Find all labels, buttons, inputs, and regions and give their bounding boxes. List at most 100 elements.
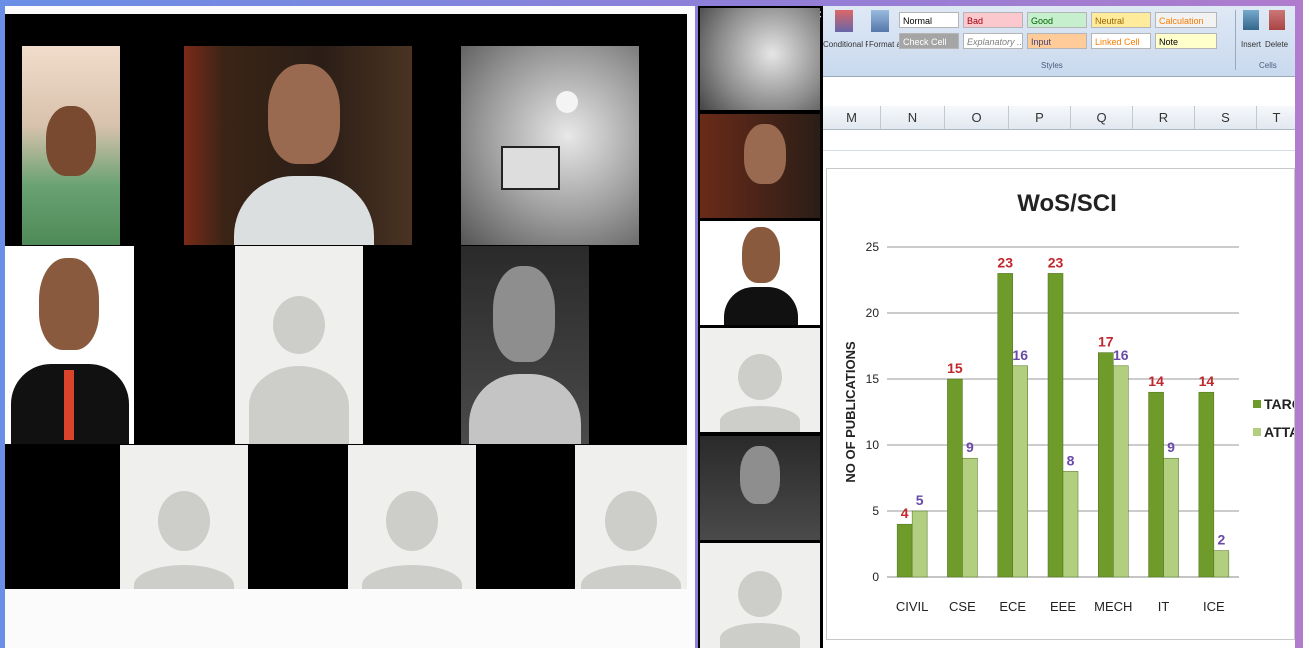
video-tile-placeholder-1[interactable] (235, 246, 363, 444)
strip-participant-2-face (744, 124, 786, 184)
styles-group-label: Styles (1041, 61, 1063, 70)
y-tick-label: 5 (872, 504, 879, 518)
video-tile-participant-4[interactable] (461, 246, 589, 444)
video-tile-participant-3[interactable] (5, 246, 134, 444)
formula-bar-area (823, 77, 1295, 107)
x-tick-label: ICE (1203, 599, 1225, 614)
avatar-placeholder-body (134, 565, 234, 589)
strip-participant-4-face (740, 446, 780, 504)
style-explanatory[interactable]: Explanatory ... (963, 33, 1023, 49)
ribbon-separator (1235, 10, 1236, 70)
strip-participant-3-face (742, 227, 780, 283)
data-label: 23 (1048, 254, 1064, 270)
video-tile-placeholder-4[interactable] (575, 445, 687, 589)
data-label: 16 (1113, 347, 1129, 363)
data-label: 8 (1067, 452, 1075, 468)
x-tick-label: EEE (1050, 599, 1076, 614)
video-tile-participant-2[interactable] (184, 46, 412, 245)
data-label: 2 (1217, 532, 1225, 548)
avatar-placeholder-icon (605, 491, 657, 551)
participant-4-face (493, 266, 555, 362)
legend-entry: TARG (1264, 396, 1294, 412)
y-tick-label: 25 (866, 240, 880, 254)
strip-tile-participant-2[interactable] (700, 114, 820, 218)
participant-2-shirt (234, 176, 374, 245)
bar-atta (962, 457, 978, 578)
style-input[interactable]: Input (1027, 33, 1087, 49)
data-label: 9 (966, 439, 974, 455)
video-tile-sketch[interactable] (461, 46, 639, 245)
avatar-placeholder-icon (273, 296, 325, 354)
legend-swatch (1253, 400, 1261, 408)
delete-icon[interactable] (1269, 10, 1285, 30)
bar-targ (1098, 352, 1114, 578)
x-tick-label: IT (1158, 599, 1170, 614)
column-header-m[interactable]: M (823, 106, 881, 130)
participant-2-face (268, 64, 340, 164)
insert-label[interactable]: Insert (1241, 40, 1261, 49)
insert-icon[interactable] (1243, 10, 1259, 30)
conditional-formatting-icon[interactable] (835, 10, 853, 32)
x-tick-label: ECE (999, 599, 1026, 614)
strip-tile-participant-4[interactable] (700, 436, 820, 540)
y-tick-label: 10 (866, 438, 880, 452)
sketch-house-shape (501, 146, 560, 190)
video-tile-placeholder-3[interactable] (348, 445, 476, 589)
style-good[interactable]: Good (1027, 12, 1087, 28)
chart-title: WoS/SCI (1017, 190, 1117, 217)
participant-3-face (39, 258, 99, 350)
avatar-placeholder-icon (738, 354, 782, 400)
avatar-placeholder-body (581, 565, 681, 589)
column-header-p[interactable]: P (1009, 106, 1071, 130)
strip-tile-placeholder-2[interactable] (700, 543, 820, 648)
y-tick-label: 0 (872, 570, 879, 584)
avatar-placeholder-body (720, 623, 800, 648)
style-check-cell[interactable]: Check Cell (899, 33, 959, 49)
data-label: 15 (947, 360, 963, 376)
video-strip: ⧉ × (698, 6, 823, 648)
ribbon: Conditional Formatting Format as Table N… (823, 6, 1295, 77)
strip-tile-sketch[interactable] (700, 8, 820, 110)
column-header-o[interactable]: O (945, 106, 1009, 130)
participant-1-face (46, 106, 96, 176)
avatar-placeholder-body (720, 406, 800, 432)
participant-4-shirt (469, 374, 581, 444)
data-label: 16 (1012, 347, 1028, 363)
x-tick-label: CSE (949, 599, 976, 614)
strip-tile-placeholder-1[interactable] (700, 328, 820, 432)
style-linked-cell[interactable]: Linked Cell (1091, 33, 1151, 49)
style-normal[interactable]: Normal (899, 12, 959, 28)
bar-atta (1113, 365, 1129, 578)
column-header-t[interactable]: T (1257, 106, 1295, 130)
avatar-placeholder-icon (738, 571, 782, 617)
participant-3-tie (64, 370, 74, 440)
chart-container[interactable]: WoS/SCI NO OF PUBLICATIONS 0 5 10 15 20 25 45… (826, 168, 1295, 640)
avatar-placeholder-body (362, 565, 462, 589)
bar-atta (1163, 457, 1179, 578)
row-gridline (823, 150, 1295, 151)
column-header-n[interactable]: N (881, 106, 945, 130)
format-as-table-label[interactable]: Format as Table (869, 40, 899, 49)
data-label: 9 (1167, 439, 1175, 455)
column-header-q[interactable]: Q (1071, 106, 1133, 130)
video-tile-placeholder-2[interactable] (120, 445, 248, 589)
delete-label[interactable]: Delete (1265, 40, 1288, 49)
style-neutral[interactable]: Neutral (1091, 12, 1151, 28)
style-note[interactable]: Note (1155, 33, 1217, 49)
video-tile-participant-1[interactable] (22, 46, 120, 245)
style-calculation[interactable]: Calculation (1155, 12, 1217, 28)
conditional-formatting-label[interactable]: Conditional Formatting (823, 40, 868, 49)
legend-swatch (1253, 428, 1261, 436)
format-as-table-icon[interactable] (871, 10, 889, 32)
style-bad[interactable]: Bad (963, 12, 1023, 28)
strip-tile-participant-3[interactable] (700, 221, 820, 325)
chart-bars (896, 273, 1230, 578)
data-label: 4 (901, 505, 909, 521)
y-axis-label: NO OF PUBLICATIONS (843, 341, 858, 483)
column-header-r[interactable]: R (1133, 106, 1195, 130)
avatar-placeholder-icon (386, 491, 438, 551)
column-header-s[interactable]: S (1195, 106, 1257, 130)
bar-atta (911, 510, 928, 578)
bar-targ (1198, 391, 1215, 578)
x-tick-label: MECH (1094, 599, 1132, 614)
